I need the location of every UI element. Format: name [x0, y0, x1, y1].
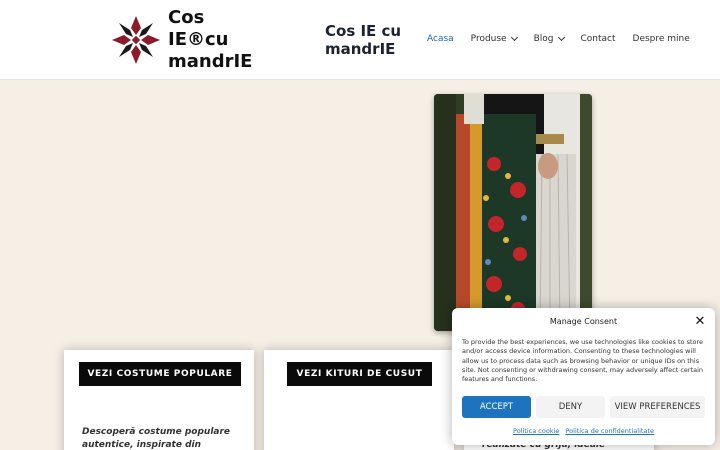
logo-text-line2: mandrIE: [168, 51, 253, 72]
chevron-down-icon: [557, 33, 565, 42]
cookie-consent-dialog: Manage Consent ✕ To provide the best exp…: [452, 308, 715, 445]
nav-label: Despre mine: [632, 34, 690, 44]
logo-text-line1: Cos IE®cu: [168, 7, 229, 50]
chevron-down-icon: [510, 33, 518, 42]
cookie-policy-link[interactable]: Politica cookie: [513, 427, 559, 435]
consent-body-text: To provide the best experiences, we use …: [462, 338, 704, 384]
nav-label: Acasa: [427, 34, 454, 44]
site-title[interactable]: Cos IE cu mandrIE: [325, 22, 401, 58]
main-nav: Acasa Produse Blog Contact Despre mine: [427, 33, 690, 44]
close-icon[interactable]: ✕: [694, 315, 706, 328]
site-header: Cos IE®cu mandrIE Cos IE cu mandrIE Acas…: [0, 0, 720, 80]
view-preferences-button[interactable]: VIEW PREFERENCES: [610, 396, 705, 418]
card-kituri-de-cusut: VEZI KITURI DE CUSUT: [264, 350, 454, 450]
nav-item-blog[interactable]: Blog: [533, 33, 565, 44]
site-title-line2: mandrIE: [325, 40, 396, 58]
embroidery-star-icon: [112, 16, 160, 64]
vezi-kituri-de-cusut-button[interactable]: VEZI KITURI DE CUSUT: [287, 362, 432, 386]
nav-item-acasa[interactable]: Acasa: [427, 34, 454, 44]
logo-text: Cos IE®cu mandrIE: [168, 7, 260, 73]
folk-costume-illustration: [434, 94, 592, 331]
card-costume-populare: VEZI COSTUME POPULARE Descoperă costume …: [64, 350, 254, 450]
consent-links: Politica cookie Politica de confidential…: [452, 427, 715, 435]
site-title-line1: Cos IE cu: [325, 22, 402, 40]
consent-title: Manage Consent: [549, 317, 618, 326]
vezi-costume-populare-button[interactable]: VEZI COSTUME POPULARE: [79, 362, 241, 386]
hero-folk-costume-image: [434, 94, 592, 331]
site-logo[interactable]: Cos IE®cu mandrIE: [110, 7, 260, 72]
nav-item-despre-mine[interactable]: Despre mine: [633, 34, 690, 44]
nav-item-contact[interactable]: Contact: [581, 34, 616, 44]
nav-label: Contact: [580, 34, 616, 44]
nav-label: Produse: [470, 34, 507, 44]
deny-button[interactable]: DENY: [536, 396, 605, 418]
nav-item-produse[interactable]: Produse: [470, 33, 518, 44]
accept-button[interactable]: ACCEPT: [462, 396, 531, 418]
privacy-policy-link[interactable]: Politica de confidentialitate: [565, 427, 653, 435]
card-description: Descoperă costume populare autentice, in…: [82, 427, 231, 450]
nav-label: Blog: [533, 34, 554, 44]
